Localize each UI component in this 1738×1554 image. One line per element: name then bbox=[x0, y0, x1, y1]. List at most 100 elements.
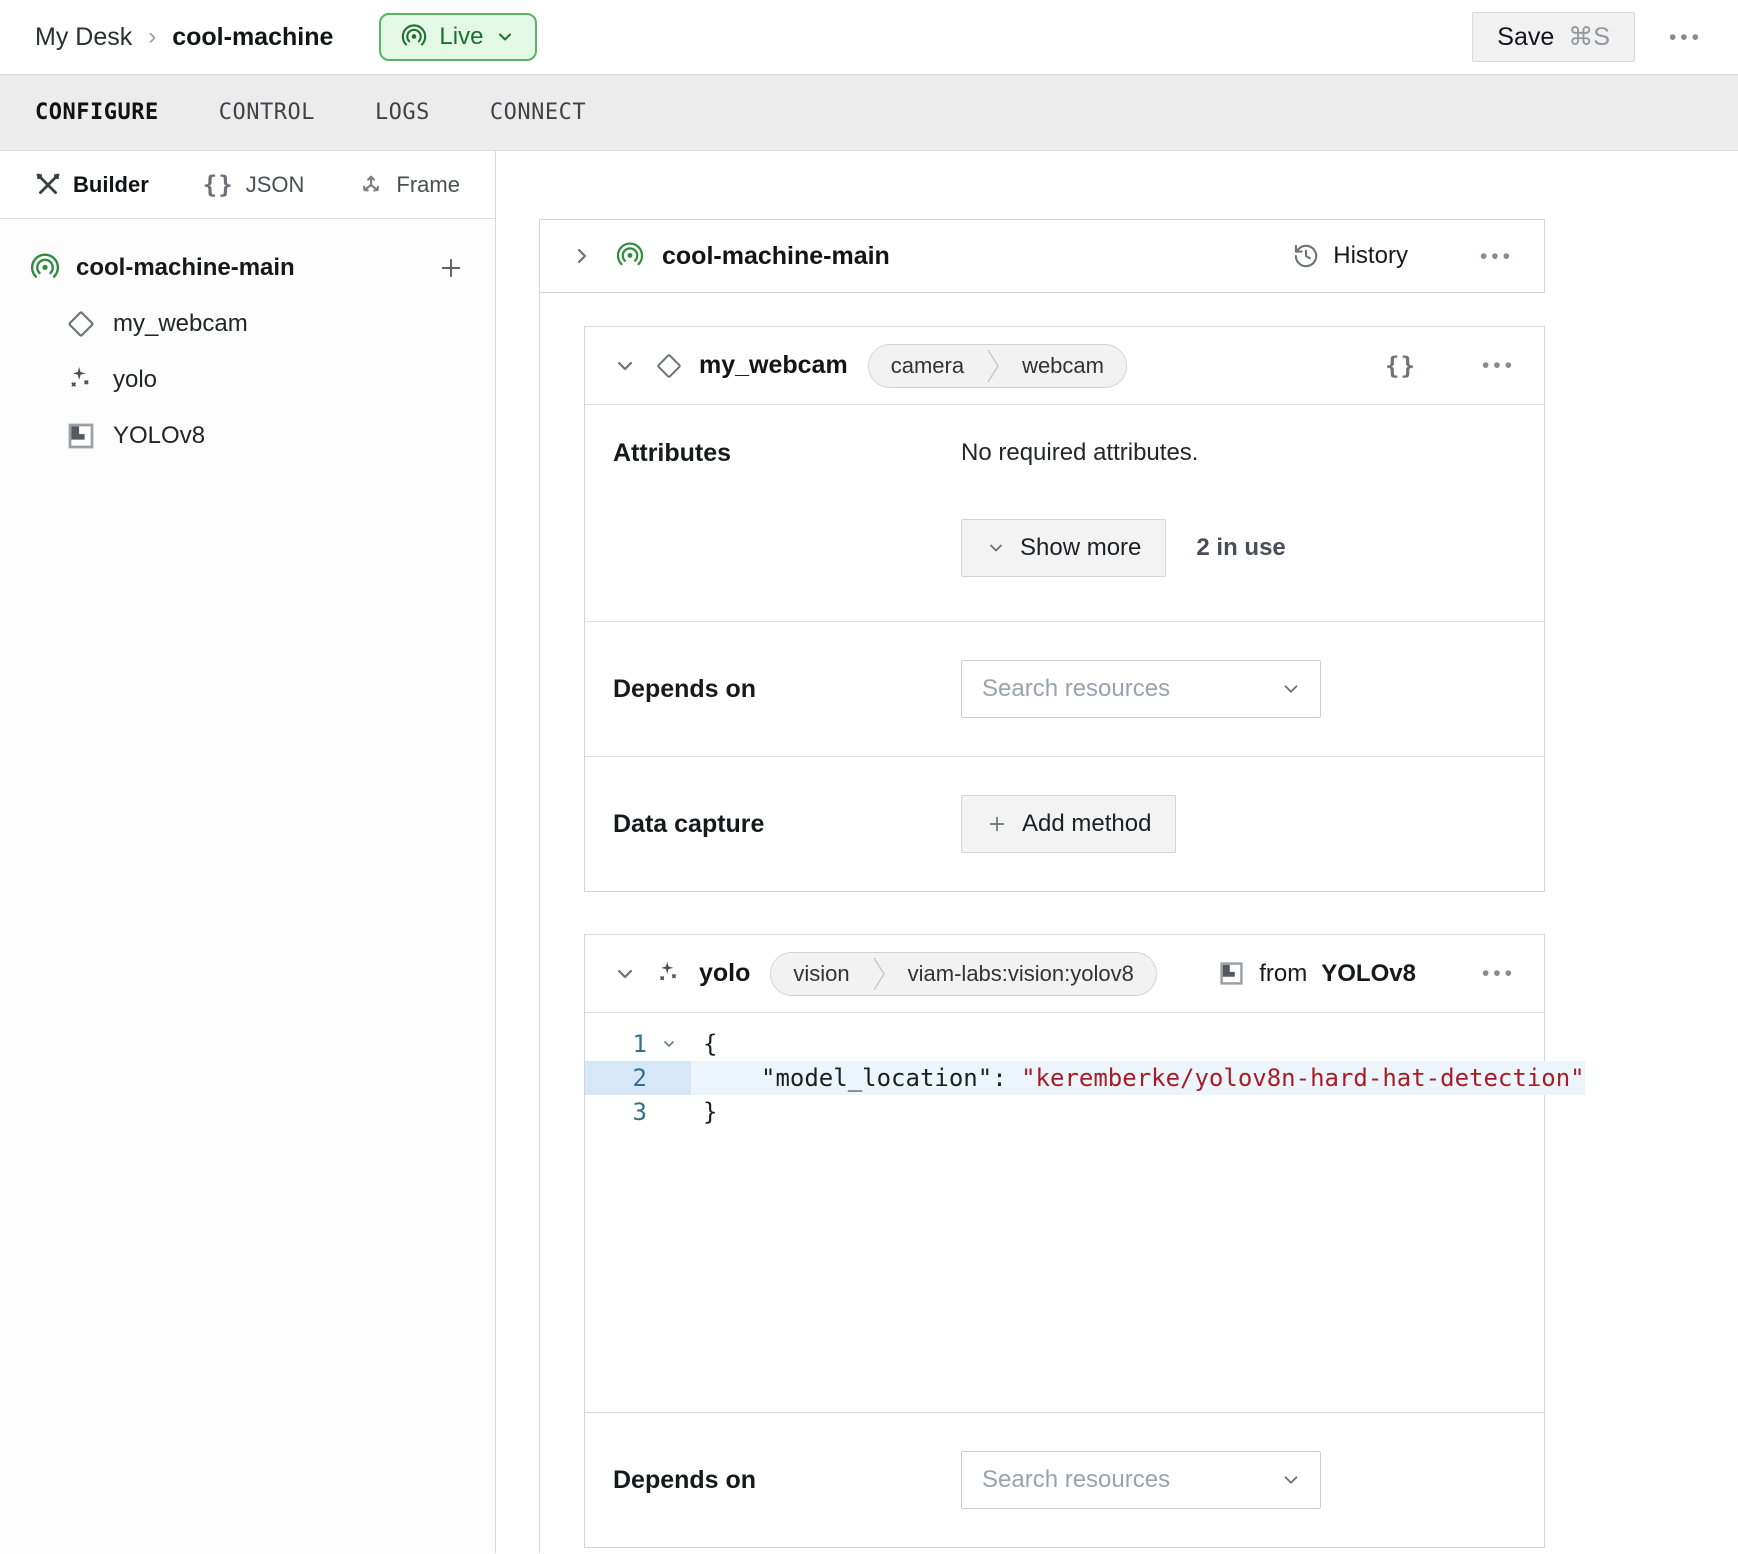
tab-control[interactable]: CONTROL bbox=[219, 100, 315, 125]
tag-webcam: webcam bbox=[1000, 345, 1126, 387]
mode-frame[interactable]: Frame bbox=[358, 172, 460, 198]
depends-on-placeholder: Search resources bbox=[982, 675, 1170, 703]
chevron-down-icon bbox=[1280, 678, 1302, 700]
chevron-right-icon[interactable] bbox=[570, 244, 594, 268]
config-main-panel: cool-machine-main History ••• bbox=[496, 151, 1738, 1553]
sparkles-icon bbox=[655, 960, 683, 988]
depends-on-select[interactable]: Search resources bbox=[961, 1451, 1321, 1509]
edit-json-icon[interactable]: {} bbox=[1385, 352, 1416, 380]
mode-json-label: JSON bbox=[246, 172, 305, 198]
component-card-yolo: yolo vision viam-labs:vision:yolov8 bbox=[584, 934, 1545, 1548]
mode-builder-label: Builder bbox=[73, 172, 149, 198]
plus-icon bbox=[986, 813, 1008, 835]
tree-item-yolo[interactable]: yolo bbox=[66, 365, 465, 395]
machine-part-more-menu-icon[interactable]: ••• bbox=[1480, 246, 1514, 267]
json-key: "model_location" bbox=[761, 1064, 992, 1092]
tab-connect[interactable]: CONNECT bbox=[490, 100, 586, 125]
code-text: } bbox=[691, 1095, 1544, 1129]
line-number: 2 bbox=[585, 1061, 647, 1095]
show-more-label: Show more bbox=[1020, 534, 1141, 562]
attributes-empty-text: No required attributes. bbox=[961, 439, 1286, 467]
broadcast-icon bbox=[616, 242, 644, 270]
yolo-card-header: yolo vision viam-labs:vision:yolov8 bbox=[585, 935, 1544, 1013]
tag-separator-icon bbox=[872, 953, 886, 995]
from-module-name: YOLOv8 bbox=[1321, 960, 1416, 988]
attributes-in-use-count: 2 in use bbox=[1196, 534, 1285, 562]
tree-item-label: YOLOv8 bbox=[113, 422, 205, 450]
component-cards-rail: my_webcam camera webcam {} ••• Attribu bbox=[539, 293, 1738, 1553]
chevron-down-icon[interactable] bbox=[613, 354, 637, 378]
module-icon bbox=[66, 421, 96, 451]
from-module-link[interactable]: from YOLOv8 bbox=[1218, 960, 1416, 988]
mode-json[interactable]: {} JSON bbox=[203, 171, 305, 199]
depends-on-row: Depends on Search resources bbox=[585, 1413, 1544, 1547]
depends-on-select[interactable]: Search resources bbox=[961, 660, 1321, 718]
add-method-button[interactable]: Add method bbox=[961, 795, 1176, 853]
tag-camera: camera bbox=[869, 345, 986, 387]
code-line: 3 } bbox=[585, 1095, 1544, 1129]
depends-on-label: Depends on bbox=[613, 675, 961, 704]
history-button[interactable]: History bbox=[1292, 242, 1408, 270]
code-fold-icon[interactable] bbox=[647, 1027, 691, 1061]
module-icon bbox=[1218, 960, 1245, 987]
save-button-label: Save bbox=[1497, 23, 1554, 52]
json-attributes-editor[interactable]: 1 { 2 "model_location": "keremberke/yol bbox=[585, 1013, 1544, 1413]
line-number: 3 bbox=[585, 1095, 647, 1129]
chevron-down-icon[interactable] bbox=[613, 962, 637, 986]
attributes-label: Attributes bbox=[613, 439, 961, 468]
chevron-down-icon bbox=[495, 27, 515, 47]
topbar-more-menu-icon[interactable]: ••• bbox=[1669, 27, 1703, 48]
breadcrumb-separator-icon: › bbox=[148, 23, 156, 51]
machine-part-card: cool-machine-main History ••• bbox=[539, 219, 1545, 293]
config-sidebar: Builder {} JSON Frame bbox=[0, 151, 496, 1553]
chevron-down-icon bbox=[1280, 1469, 1302, 1491]
data-capture-row: Data capture Add method bbox=[585, 756, 1544, 891]
tag-separator-icon bbox=[986, 345, 1000, 387]
add-method-label: Add method bbox=[1022, 810, 1151, 838]
my-webcam-card-header: my_webcam camera webcam {} ••• bbox=[585, 327, 1544, 405]
component-title: my_webcam bbox=[699, 351, 848, 380]
breadcrumb-current: cool-machine bbox=[172, 23, 333, 52]
frame-axes-icon bbox=[358, 172, 384, 198]
code-text: "model_location": "keremberke/yolov8n-ha… bbox=[691, 1061, 1585, 1095]
component-more-menu-icon[interactable]: ••• bbox=[1482, 963, 1516, 984]
json-separator: : bbox=[992, 1064, 1021, 1092]
tree-item-label: my_webcam bbox=[113, 310, 248, 338]
diamond-icon bbox=[66, 309, 96, 339]
tree-item-yolov8-module[interactable]: YOLOv8 bbox=[66, 421, 465, 451]
save-button[interactable]: Save ⌘S bbox=[1472, 12, 1635, 62]
tag-model-triplet: viam-labs:vision:yolov8 bbox=[886, 953, 1156, 995]
broadcast-icon bbox=[401, 24, 427, 50]
breadcrumb: My Desk › cool-machine bbox=[35, 23, 333, 52]
code-line: 1 { bbox=[585, 1027, 1544, 1061]
code-line-highlighted: 2 "model_location": "keremberke/yolov8n-… bbox=[585, 1061, 1544, 1095]
mode-builder[interactable]: Builder bbox=[35, 172, 149, 198]
machine-part-title: cool-machine-main bbox=[662, 242, 890, 271]
top-bar: My Desk › cool-machine Live Save ⌘S ••• bbox=[0, 0, 1738, 75]
history-clock-icon bbox=[1292, 242, 1320, 270]
depends-on-row: Depends on Search resources bbox=[585, 621, 1544, 756]
save-shortcut: ⌘S bbox=[1568, 22, 1610, 52]
config-mode-switcher: Builder {} JSON Frame bbox=[0, 151, 495, 219]
resource-tree: cool-machine-main my_webcam bbox=[0, 219, 495, 451]
data-capture-label: Data capture bbox=[613, 810, 961, 839]
component-type-tags: camera webcam bbox=[868, 344, 1127, 388]
attributes-row: Attributes No required attributes. Show … bbox=[585, 405, 1544, 621]
component-title: yolo bbox=[699, 959, 750, 988]
braces-icon: {} bbox=[203, 171, 234, 199]
breadcrumb-parent[interactable]: My Desk bbox=[35, 23, 132, 52]
add-component-button[interactable] bbox=[437, 254, 465, 282]
json-string-value: "keremberke/yolov8n-hard-hat-detection" bbox=[1021, 1064, 1585, 1092]
live-status-badge[interactable]: Live bbox=[379, 13, 537, 61]
tree-item-machine-part[interactable]: cool-machine-main bbox=[30, 253, 465, 283]
component-type-tags: vision viam-labs:vision:yolov8 bbox=[770, 952, 1156, 996]
live-badge-label: Live bbox=[439, 23, 483, 51]
tab-logs[interactable]: LOGS bbox=[375, 100, 430, 125]
tab-configure[interactable]: CONFIGURE bbox=[35, 100, 159, 125]
chevron-down-icon bbox=[986, 538, 1006, 558]
tree-item-my-webcam[interactable]: my_webcam bbox=[66, 309, 465, 339]
component-more-menu-icon[interactable]: ••• bbox=[1482, 355, 1516, 376]
tools-icon bbox=[35, 172, 61, 198]
show-more-button[interactable]: Show more bbox=[961, 519, 1166, 577]
depends-on-label: Depends on bbox=[613, 1466, 961, 1495]
